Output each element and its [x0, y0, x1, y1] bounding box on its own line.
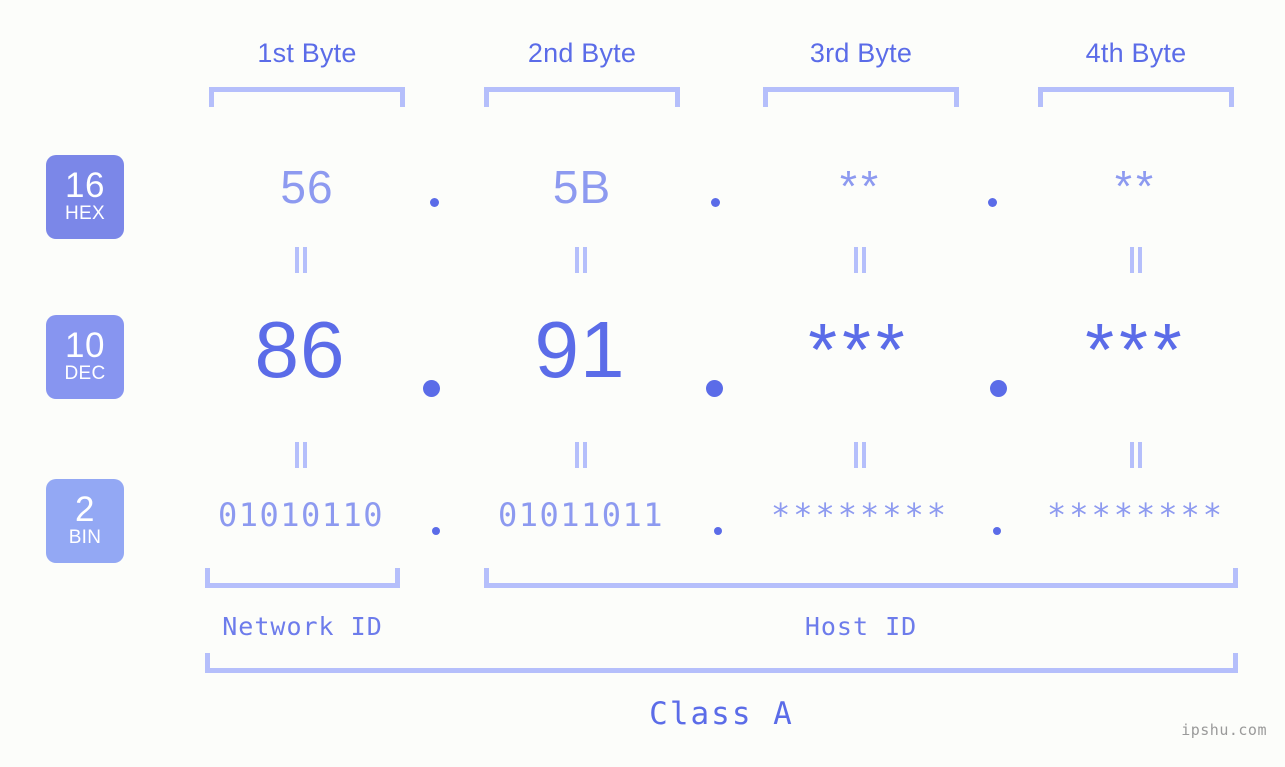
equals-icon-hex-dec-1: [294, 247, 308, 273]
bin-byte-3: ********: [770, 496, 950, 534]
network-id-bracket: [205, 568, 400, 588]
byte-header-1: 1st Byte: [257, 38, 357, 68]
bin-separator-dot-1: [432, 527, 440, 535]
dec-separator-dot-3: [990, 380, 1007, 397]
bin-separator-dot-3: [993, 527, 1001, 535]
equals-icon-dec-bin-4: [1129, 442, 1143, 468]
hex-byte-2: 5B: [552, 161, 612, 213]
equals-icon-dec-bin-2: [574, 442, 588, 468]
bin-byte-1: 01010110: [217, 496, 385, 534]
dec-byte-1: 86: [254, 305, 346, 394]
host-id-label: Host ID: [804, 612, 918, 641]
byte-header-2: 2nd Byte: [527, 38, 637, 68]
ip-breakdown-diagram: 1st Byte 2nd Byte 3rd Byte 4th Byte 16 H…: [0, 0, 1285, 767]
hex-separator-dot-1: [430, 198, 439, 207]
base-badge-hex: 16 HEX: [46, 155, 124, 239]
equals-icon-dec-bin-1: [294, 442, 308, 468]
equals-icon-hex-dec-4: [1129, 247, 1143, 273]
class-bracket: [205, 653, 1238, 673]
equals-icon-hex-dec-3: [853, 247, 867, 273]
dec-separator-dot-2: [706, 380, 723, 397]
base-badge-dec-number: 10: [65, 326, 105, 365]
byte-bracket-1: [209, 87, 405, 107]
hex-byte-1: 56: [280, 161, 334, 213]
base-badge-hex-name: HEX: [65, 203, 105, 224]
bin-byte-4: ********: [1046, 496, 1226, 534]
hex-byte-4: **: [1114, 162, 1158, 211]
byte-bracket-3: [763, 87, 959, 107]
dec-byte-4: ***: [1085, 308, 1187, 391]
class-label: Class A: [649, 696, 794, 732]
base-badge-bin-number: 2: [75, 490, 95, 529]
watermark: ipshu.com: [1181, 721, 1267, 739]
equals-icon-hex-dec-2: [574, 247, 588, 273]
dec-byte-3: ***: [808, 308, 910, 391]
byte-header-3: 3rd Byte: [809, 38, 913, 68]
base-badge-bin-name: BIN: [68, 527, 102, 548]
base-badge-dec-name: DEC: [64, 363, 106, 384]
byte-bracket-2: [484, 87, 680, 107]
dec-separator-dot-1: [423, 380, 440, 397]
bin-byte-2: 01011011: [497, 496, 665, 534]
network-id-label: Network ID: [222, 612, 383, 641]
hex-byte-3: **: [839, 162, 883, 211]
byte-header-4: 4th Byte: [1085, 38, 1187, 68]
bin-separator-dot-2: [714, 527, 722, 535]
base-badge-bin: 2 BIN: [46, 479, 124, 563]
base-badge-dec: 10 DEC: [46, 315, 124, 399]
dec-byte-2: 91: [534, 305, 626, 394]
hex-separator-dot-3: [988, 198, 997, 207]
hex-separator-dot-2: [711, 198, 720, 207]
byte-bracket-4: [1038, 87, 1234, 107]
equals-icon-dec-bin-3: [853, 442, 867, 468]
base-badge-hex-number: 16: [65, 166, 105, 205]
host-id-bracket: [484, 568, 1238, 588]
